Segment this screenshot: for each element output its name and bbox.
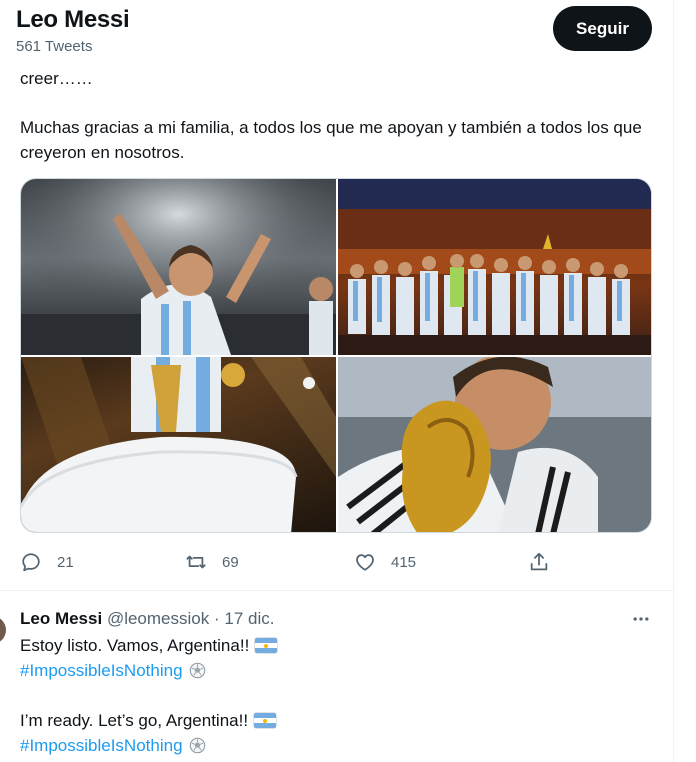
tweet-text-es: Estoy listo. Vamos, Argentina!! (20, 636, 250, 655)
retweet-icon (186, 555, 206, 569)
profile-header: Leo Messi 561 Tweets Seguir (0, 0, 673, 62)
retweet-count: 69 (222, 553, 239, 571)
retweet-button[interactable]: 69 (185, 546, 239, 578)
hashtag-link[interactable]: #ImpossibleIsNothing (20, 733, 183, 758)
reply-icon (22, 553, 40, 572)
more-options-button[interactable] (628, 606, 654, 632)
football-icon (189, 662, 205, 679)
hashtag-link[interactable]: #ImpossibleIsNothing (20, 658, 183, 683)
like-count: 415 (391, 553, 417, 571)
like-button[interactable]: 415 (354, 546, 416, 578)
tweet-divider (0, 590, 673, 591)
share-button[interactable] (528, 546, 550, 578)
tweet-action-bar: 21 69 415 (20, 546, 560, 578)
photo-messi-world-cup[interactable] (338, 357, 651, 532)
tweet-hashtag-line: #ImpossibleIsNothing (20, 658, 206, 683)
tweet-author-line: Leo Messi @leomessiok · 17 dic. (20, 608, 274, 630)
more-icon (633, 617, 649, 621)
reply-count: 21 (57, 553, 74, 571)
football-icon (189, 737, 205, 754)
tweet-text-en: I’m ready. Let’s go, Argentina!! (20, 711, 249, 730)
follow-button[interactable]: Seguir (553, 6, 652, 51)
author-name[interactable]: Leo Messi (20, 609, 102, 628)
photo-team-celebration[interactable] (338, 179, 651, 355)
argentina-flag-icon (255, 638, 278, 653)
avatar[interactable] (0, 616, 6, 644)
tweet-hashtag-line: #ImpossibleIsNothing (20, 733, 206, 758)
tweet-text-line: I’m ready. Let’s go, Argentina!! (20, 708, 277, 733)
tweet-date[interactable]: 17 dic. (224, 609, 274, 628)
author-handle[interactable]: @leomessiok (107, 609, 209, 628)
tweet-text-paragraph: Muchas gracias a mi familia, a todos los… (20, 118, 642, 162)
tweet-media-grid (20, 178, 652, 533)
share-icon (530, 552, 548, 571)
photo-messi-celebrating[interactable] (21, 179, 336, 355)
reply-button[interactable]: 21 (20, 546, 74, 578)
meta-separator: · (213, 609, 220, 628)
like-icon (356, 554, 374, 571)
timeline-border (673, 0, 674, 762)
photo-messi-trophies[interactable] (21, 357, 336, 532)
argentina-flag-icon (254, 713, 277, 728)
profile-name: Leo Messi (16, 6, 130, 33)
tweet-text-line: creer…… (20, 69, 93, 88)
tweet-text-line: Estoy listo. Vamos, Argentina!! (20, 633, 278, 658)
tweet-count: 561 Tweets (16, 38, 93, 55)
